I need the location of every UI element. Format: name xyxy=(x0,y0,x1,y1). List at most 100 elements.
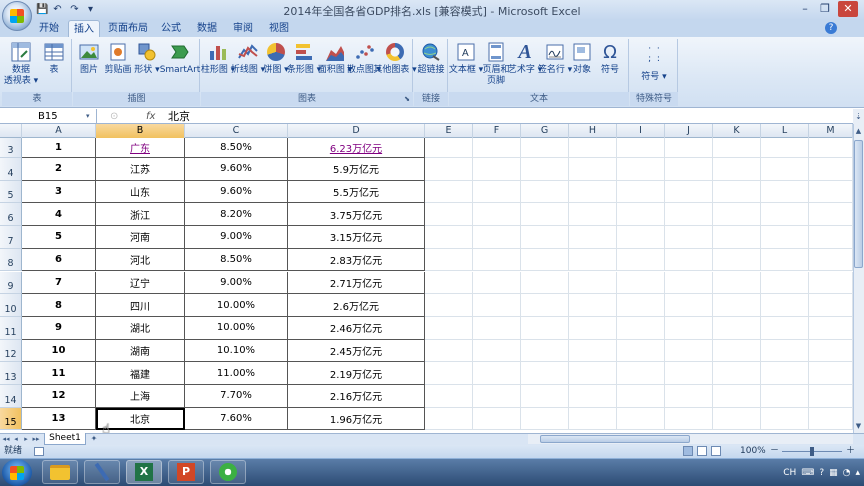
cell-empty[interactable] xyxy=(761,203,809,227)
cell-empty[interactable] xyxy=(761,294,809,317)
cell-province[interactable]: 山东 xyxy=(96,180,185,204)
cell-gdp[interactable]: 1.96万亿元 xyxy=(288,407,425,431)
row-header[interactable]: 15 xyxy=(0,407,22,431)
restore-button[interactable]: ❐ xyxy=(815,1,835,17)
formula-expand-button[interactable]: ⇣ xyxy=(853,109,864,124)
cell-empty[interactable] xyxy=(473,407,521,431)
cell-empty[interactable] xyxy=(809,294,853,317)
taskbar-explorer[interactable] xyxy=(42,460,78,484)
cell-empty[interactable] xyxy=(425,385,473,408)
cell-empty[interactable] xyxy=(617,248,665,272)
cell-rank[interactable]: 3 xyxy=(22,180,96,204)
cell-gdp[interactable]: 5.9万亿元 xyxy=(288,158,425,181)
cell-empty[interactable] xyxy=(425,316,473,340)
cell-province[interactable]: 湖北 xyxy=(96,316,185,340)
cell-empty[interactable] xyxy=(713,248,761,272)
cell-empty[interactable] xyxy=(473,362,521,385)
zoom-in-icon[interactable]: ＋ xyxy=(846,445,855,458)
cell-empty[interactable] xyxy=(665,339,713,363)
taskbar-powerpoint[interactable]: P xyxy=(168,460,204,484)
cell-empty[interactable] xyxy=(761,158,809,181)
cell-empty[interactable] xyxy=(713,226,761,249)
cell-empty[interactable] xyxy=(521,271,569,295)
row-header[interactable]: 10 xyxy=(0,294,22,317)
cell-empty[interactable] xyxy=(761,407,809,431)
cell-empty[interactable] xyxy=(665,385,713,408)
cell-empty[interactable] xyxy=(473,316,521,340)
row-header[interactable]: 12 xyxy=(0,339,22,363)
input-language[interactable]: CH xyxy=(783,468,796,478)
cell-gdp[interactable]: 6.23万亿元 xyxy=(288,138,425,158)
cell-empty[interactable] xyxy=(665,180,713,204)
cell-empty[interactable] xyxy=(521,316,569,340)
cell-empty[interactable] xyxy=(713,271,761,295)
other-charts-button[interactable]: 其他图表 ▾ xyxy=(373,40,417,90)
cell-empty[interactable] xyxy=(665,203,713,227)
cell-rank[interactable]: 6 xyxy=(22,248,96,272)
cell-empty[interactable] xyxy=(809,180,853,204)
help-tray-icon[interactable]: ? xyxy=(819,468,824,478)
cell-empty[interactable] xyxy=(569,203,617,227)
cell-empty[interactable] xyxy=(569,339,617,363)
cell-empty[interactable] xyxy=(473,158,521,181)
cell-empty[interactable] xyxy=(473,138,521,158)
sheet-next-icon[interactable]: ▸ xyxy=(22,434,30,444)
row-header[interactable]: 5 xyxy=(0,180,22,204)
column-header-k[interactable]: K xyxy=(713,124,761,138)
volume-icon[interactable]: ◔ xyxy=(843,468,851,478)
cell-empty[interactable] xyxy=(473,180,521,204)
cell-empty[interactable] xyxy=(713,294,761,317)
cell-gdp[interactable]: 2.6万亿元 xyxy=(288,294,425,317)
hyperlink-button[interactable]: 超链接 xyxy=(416,40,446,90)
cell-empty[interactable] xyxy=(473,294,521,317)
cell-rank[interactable]: 2 xyxy=(22,158,96,181)
cell-empty[interactable] xyxy=(521,362,569,385)
cell-empty[interactable] xyxy=(665,158,713,181)
object-button[interactable]: 对象 xyxy=(570,40,594,90)
wordart-button[interactable]: A 艺术字 ▾ xyxy=(508,40,542,90)
cell-province[interactable]: 福建 xyxy=(96,362,185,385)
cell-empty[interactable] xyxy=(761,362,809,385)
cell-gdp[interactable]: 2.19万亿元 xyxy=(288,362,425,385)
shapes-button[interactable]: 形状 ▾ xyxy=(134,40,160,90)
cell-rank[interactable]: 12 xyxy=(22,385,96,408)
name-box[interactable]: B15 xyxy=(0,109,97,124)
tab-formulas[interactable]: 公式 xyxy=(156,20,186,37)
cell-empty[interactable] xyxy=(425,294,473,317)
name-box-dropdown-icon[interactable]: ▾ xyxy=(86,110,96,123)
cell-empty[interactable] xyxy=(809,158,853,181)
cell-empty[interactable] xyxy=(713,180,761,204)
area-chart-button[interactable]: 面积图 ▾ xyxy=(318,40,352,90)
cell-empty[interactable] xyxy=(425,339,473,363)
cell-empty[interactable] xyxy=(521,339,569,363)
cell-empty[interactable] xyxy=(761,339,809,363)
cell-empty[interactable] xyxy=(761,180,809,204)
cell-province[interactable]: 辽宁 xyxy=(96,271,185,295)
cell-empty[interactable] xyxy=(473,226,521,249)
cell-empty[interactable] xyxy=(665,362,713,385)
cell-empty[interactable] xyxy=(809,271,853,295)
cell-empty[interactable] xyxy=(569,385,617,408)
table-button[interactable]: 表 xyxy=(40,40,68,90)
cell-province[interactable]: 河南 xyxy=(96,226,185,249)
column-header-e[interactable]: E xyxy=(425,124,473,138)
cell-growth[interactable]: 7.60% xyxy=(185,407,288,431)
row-header[interactable]: 11 xyxy=(0,316,22,340)
cell-empty[interactable] xyxy=(809,248,853,272)
cell-empty[interactable] xyxy=(617,407,665,431)
special-symbol-button[interactable]: 符号 ▾ xyxy=(636,69,672,82)
cell-empty[interactable] xyxy=(665,138,713,158)
taskbar-excel[interactable]: X xyxy=(126,460,162,484)
cell-empty[interactable] xyxy=(425,407,473,431)
tab-page-layout[interactable]: 页面布局 xyxy=(104,20,152,37)
cell-empty[interactable] xyxy=(521,248,569,272)
header-footer-button[interactable]: 页眉和 页脚 xyxy=(482,40,510,90)
column-header-j[interactable]: J xyxy=(665,124,713,138)
cell-empty[interactable] xyxy=(569,316,617,340)
column-header-i[interactable]: I xyxy=(617,124,665,138)
cell-empty[interactable] xyxy=(617,203,665,227)
cell-empty[interactable] xyxy=(569,158,617,181)
normal-view-icon[interactable] xyxy=(683,446,693,456)
close-button[interactable]: ✕ xyxy=(838,1,858,17)
cell-empty[interactable] xyxy=(809,203,853,227)
